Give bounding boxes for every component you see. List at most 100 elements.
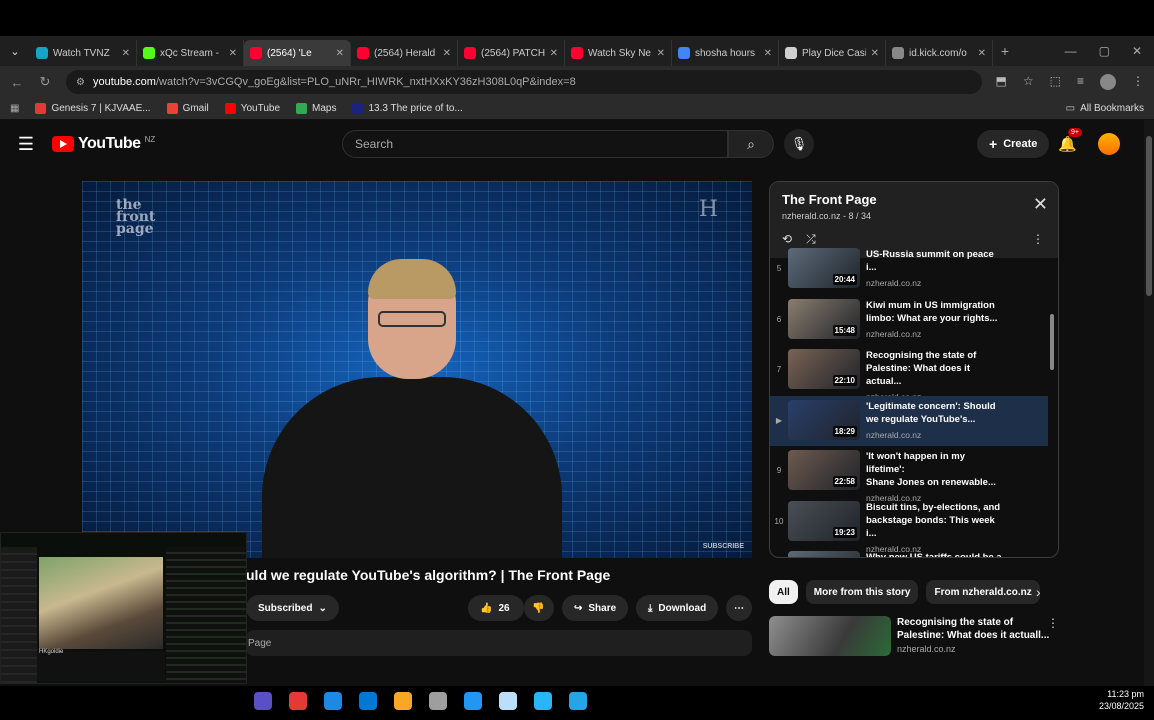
bookmark-item[interactable]: YouTube	[224, 103, 280, 114]
tab-favicon-icon	[250, 47, 262, 59]
like-button[interactable]: 👍 26	[468, 595, 524, 621]
tab-close-icon[interactable]: ✕	[122, 48, 130, 59]
playlist-item[interactable]: 10 19:23 Biscuit tins, by-elections, and…	[770, 497, 1048, 554]
playlist-item-title: 'It won't happen in my lifetime':	[866, 451, 965, 475]
search-input[interactable]: Search	[342, 130, 728, 158]
install-icon[interactable]: ⬒	[996, 74, 1007, 90]
taskbar-app-icon[interactable]	[324, 692, 342, 710]
tab-close-icon[interactable]: ✕	[871, 48, 879, 59]
system-clock[interactable]: 11:23 pm 23/08/2025	[1099, 688, 1144, 712]
playlist-item-index: 6	[776, 314, 782, 324]
tab-close-icon[interactable]: ✕	[229, 48, 237, 59]
taskbar-app-icon[interactable]	[499, 692, 517, 710]
taskbar-app-icon[interactable]	[534, 692, 552, 710]
stream-chat	[166, 547, 246, 683]
browser-tab[interactable]: Watch TVNZ ✕	[30, 40, 137, 66]
minimize-icon[interactable]: —	[1065, 44, 1077, 58]
tab-close-icon[interactable]: ✕	[978, 48, 986, 59]
download-button[interactable]: ⤓ Download	[636, 595, 719, 621]
playlist-item[interactable]: 5 20:44 US-Russia summit on peace i... n…	[770, 244, 1048, 295]
youtube-logo[interactable]: YouTube NZ	[52, 135, 155, 153]
close-playlist-icon[interactable]: ✕	[1033, 194, 1048, 215]
taskbar-app-icon[interactable]	[289, 692, 307, 710]
hamburger-menu-icon[interactable]: ☰	[0, 134, 52, 155]
youtube-header: ☰ YouTube NZ Search ⌕ 🎙 + Create 🔔 9+	[0, 120, 1144, 168]
profile-avatar[interactable]	[1100, 74, 1116, 90]
notifications-bell-icon[interactable]: 🔔	[1058, 135, 1077, 153]
related-video[interactable]: Recognising the state of Palestine: What…	[769, 616, 1059, 656]
dislike-button[interactable]: 👎	[524, 595, 554, 621]
playlist-thumbnail: 22:58	[788, 450, 860, 490]
browser-tab[interactable]: shosha hours ✕	[672, 40, 779, 66]
reload-icon[interactable]: ↻	[38, 74, 52, 90]
related-thumbnail[interactable]	[769, 616, 891, 656]
search-button[interactable]: ⌕	[728, 130, 774, 158]
bookmark-star-icon[interactable]: ☆	[1023, 74, 1034, 90]
tab-close-icon[interactable]: ✕	[336, 48, 344, 59]
filter-chip[interactable]: All	[769, 580, 798, 604]
all-bookmarks-folder[interactable]: ▭ All Bookmarks	[1066, 103, 1144, 114]
tab-close-icon[interactable]: ✕	[550, 48, 558, 59]
taskbar-app-icon[interactable]	[464, 692, 482, 710]
voice-search-button[interactable]: 🎙	[784, 129, 814, 159]
playlist-title[interactable]: The Front Page	[782, 192, 1046, 207]
tab-title: Watch TVNZ	[53, 47, 110, 59]
filter-chip[interactable]: More from this story	[805, 580, 919, 604]
playlist-item[interactable]: 9 22:58 'It won't happen in my lifetime'…	[770, 446, 1048, 503]
playlist-item[interactable]: 11 Why new US tariffs could be a turning…	[770, 547, 1048, 557]
media-icon[interactable]: ≡	[1077, 74, 1084, 90]
bookmark-item[interactable]: 13.3 The price of to...	[352, 103, 463, 114]
taskbar-app-icon[interactable]	[254, 692, 272, 710]
browser-tab[interactable]: Watch Sky Ne ✕	[565, 40, 672, 66]
taskbar-app-icon[interactable]	[429, 692, 447, 710]
create-button[interactable]: + Create	[977, 130, 1050, 158]
share-button[interactable]: ↪ Share	[562, 595, 629, 621]
back-icon[interactable]: ←	[10, 75, 24, 90]
maximize-icon[interactable]: ▢	[1099, 44, 1110, 58]
related-title-line2[interactable]: Palestine: What does it actuall...	[897, 629, 1049, 642]
playlist-item[interactable]: 7 22:10 Recognising the state of Palesti…	[770, 345, 1048, 402]
browser-tab[interactable]: (2564) Herald ✕	[351, 40, 458, 66]
site-info-icon[interactable]: ⚙	[76, 77, 85, 88]
browser-tab[interactable]: Play Dice Casi ✕	[779, 40, 886, 66]
bookmark-item[interactable]: Gmail	[166, 103, 209, 114]
playlist-item[interactable]: 6 15:48 Kiwi mum in US immigration limbo…	[770, 295, 1048, 346]
tab-close-icon[interactable]: ✕	[764, 48, 772, 59]
tab-title: (2564) 'Le	[267, 47, 312, 59]
bookmark-item[interactable]: Genesis 7 | KJVAAE...	[35, 103, 151, 114]
url-field[interactable]: ⚙ youtube.com/watch?v=3vCGQv_goEg&list=P…	[66, 70, 982, 94]
browser-tab[interactable]: xQc Stream - ✕	[137, 40, 244, 66]
new-tab-button[interactable]: +	[993, 43, 1017, 59]
tab-search-icon[interactable]: ⌄	[0, 36, 30, 66]
subscribed-button[interactable]: Subscribed ⌄	[246, 595, 339, 621]
playlist-item-current[interactable]: ▶ 18:29 'Legitimate concern': Should we …	[770, 395, 1048, 446]
chevron-right-icon[interactable]: ›	[1036, 584, 1041, 600]
duration-badge: 19:23	[832, 526, 857, 538]
browser-tab[interactable]: (2564) 'Le ✕	[244, 40, 351, 66]
tab-favicon-icon	[892, 47, 904, 59]
account-avatar[interactable]	[1098, 133, 1120, 155]
close-window-icon[interactable]: ✕	[1132, 44, 1142, 58]
extensions-icon[interactable]: ⬚	[1050, 74, 1061, 90]
more-actions-button[interactable]: ⋯	[726, 595, 752, 621]
related-title[interactable]: Recognising the state of	[897, 616, 1049, 629]
taskbar-app-icon[interactable]	[569, 692, 587, 710]
filter-chip[interactable]: From nzherald.co.nz	[926, 580, 1040, 604]
playlist-item-title-line2: we regulate YouTube's...	[866, 413, 976, 425]
tab-close-icon[interactable]: ✕	[443, 48, 451, 59]
page-scrollbar[interactable]	[1144, 120, 1154, 686]
related-menu-icon[interactable]: ⋮	[1047, 616, 1059, 630]
browser-tab[interactable]: (2564) PATCH ✕	[458, 40, 565, 66]
taskbar-app-icon[interactable]	[394, 692, 412, 710]
youtube-play-icon	[52, 136, 74, 152]
url-host: youtube.com	[92, 76, 156, 88]
apps-grid-icon[interactable]: ▦	[10, 103, 19, 114]
playlist-scrollbar[interactable]	[1048, 258, 1056, 557]
browser-tab[interactable]: id.kick.com/o ✕	[886, 40, 993, 66]
menu-dots-icon[interactable]: ⋮	[1132, 74, 1144, 90]
video-player[interactable]: the front page H SUBSCRIBE	[82, 181, 752, 558]
bookmark-item[interactable]: Maps	[296, 103, 336, 114]
taskbar-app-icon[interactable]	[359, 692, 377, 710]
tab-close-icon[interactable]: ✕	[657, 48, 665, 59]
video-title: uld we regulate YouTube's algorithm? | T…	[246, 567, 611, 583]
